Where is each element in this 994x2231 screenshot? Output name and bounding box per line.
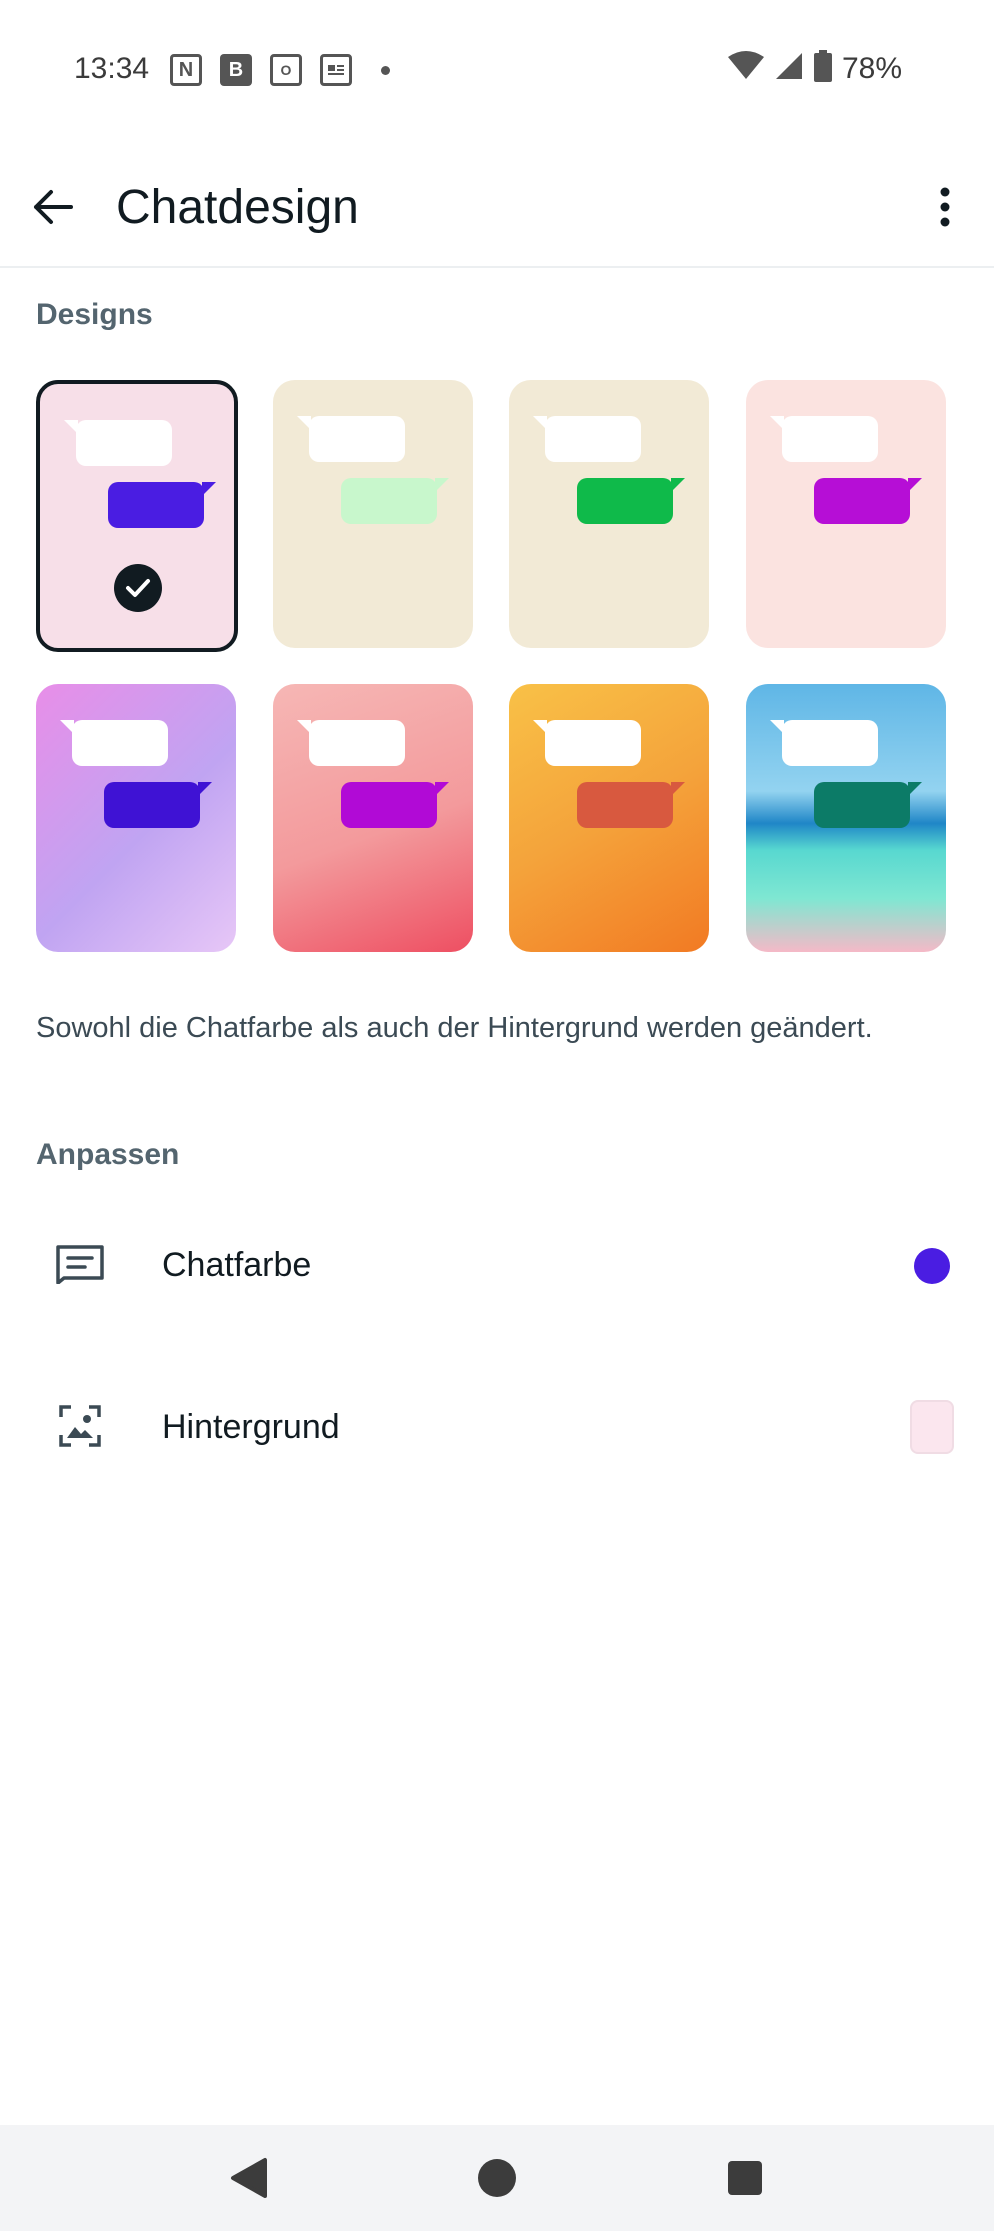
incoming-bubble-preview — [64, 420, 172, 466]
theme-option-beach[interactable] — [746, 684, 946, 952]
chat-color-option[interactable]: Chatfarbe — [0, 1204, 994, 1324]
chat-bubble-lines-icon — [52, 1240, 108, 1288]
theme-option-peach-purple[interactable] — [746, 380, 946, 648]
theme-option-pink-flower[interactable] — [273, 684, 473, 952]
status-bar: 13:34 N B O 78% — [0, 0, 994, 140]
theme-option-violet-blur[interactable] — [36, 684, 236, 952]
app-bar: Chatdesign — [0, 140, 994, 268]
customize-section-label: Anpassen — [36, 1138, 180, 1171]
circle-home-icon — [478, 2159, 516, 2197]
chat-color-swatch — [914, 1248, 950, 1284]
incoming-bubble-preview — [297, 720, 405, 766]
outgoing-bubble-preview — [341, 782, 449, 828]
theme-option-pink-doodle[interactable] — [36, 380, 238, 652]
outgoing-bubble-preview — [577, 478, 685, 524]
status-system-icons: 78% — [727, 50, 902, 87]
theme-option-beige-green[interactable] — [509, 380, 709, 648]
designs-section-label: Designs — [36, 298, 153, 331]
outgoing-bubble-preview — [814, 478, 922, 524]
outlook-icon: O — [270, 54, 302, 86]
b-app-icon: B — [220, 54, 252, 86]
background-label: Hintergrund — [162, 1408, 340, 1446]
nav-recents-button[interactable] — [722, 2155, 768, 2201]
theme-option-orange-petals[interactable] — [509, 684, 709, 952]
status-time: 13:34 — [74, 52, 150, 85]
theme-description: Sowohl die Chatfarbe als auch der Hinter… — [36, 1012, 873, 1044]
arrow-left-icon — [34, 190, 73, 224]
system-navigation-bar — [0, 2125, 994, 2231]
incoming-bubble-preview — [60, 720, 168, 766]
incoming-bubble-preview — [297, 416, 405, 462]
page-title: Chatdesign — [116, 181, 359, 234]
incoming-bubble-preview — [770, 720, 878, 766]
checkmark-icon — [114, 564, 162, 612]
cell-signal-icon — [774, 51, 804, 86]
wifi-icon — [727, 51, 764, 86]
news-icon — [320, 54, 352, 86]
incoming-bubble-preview — [533, 416, 641, 462]
wallpaper-icon — [52, 1402, 108, 1450]
battery-percent: 78% — [841, 51, 902, 85]
background-option[interactable]: Hintergrund — [0, 1366, 994, 1486]
notion-icon: N — [170, 54, 202, 86]
battery-icon — [813, 50, 832, 87]
chat-color-label: Chatfarbe — [162, 1246, 312, 1284]
outgoing-bubble-preview — [341, 478, 449, 524]
back-button[interactable] — [24, 178, 82, 236]
outgoing-bubble-preview — [577, 782, 685, 828]
outgoing-bubble-preview — [814, 782, 922, 828]
incoming-bubble-preview — [770, 416, 878, 462]
square-recents-icon — [728, 2161, 762, 2195]
more-notifications-dot — [381, 66, 390, 75]
theme-option-beige-green-light[interactable] — [273, 380, 473, 648]
nav-home-button[interactable] — [474, 2155, 520, 2201]
nav-back-button[interactable] — [226, 2155, 272, 2201]
more-vertical-icon — [940, 187, 950, 227]
outgoing-bubble-preview — [108, 482, 216, 528]
more-options-button[interactable] — [916, 178, 974, 236]
outgoing-bubble-preview — [104, 782, 212, 828]
incoming-bubble-preview — [533, 720, 641, 766]
triangle-back-icon — [231, 2158, 267, 2198]
background-swatch — [910, 1400, 954, 1454]
